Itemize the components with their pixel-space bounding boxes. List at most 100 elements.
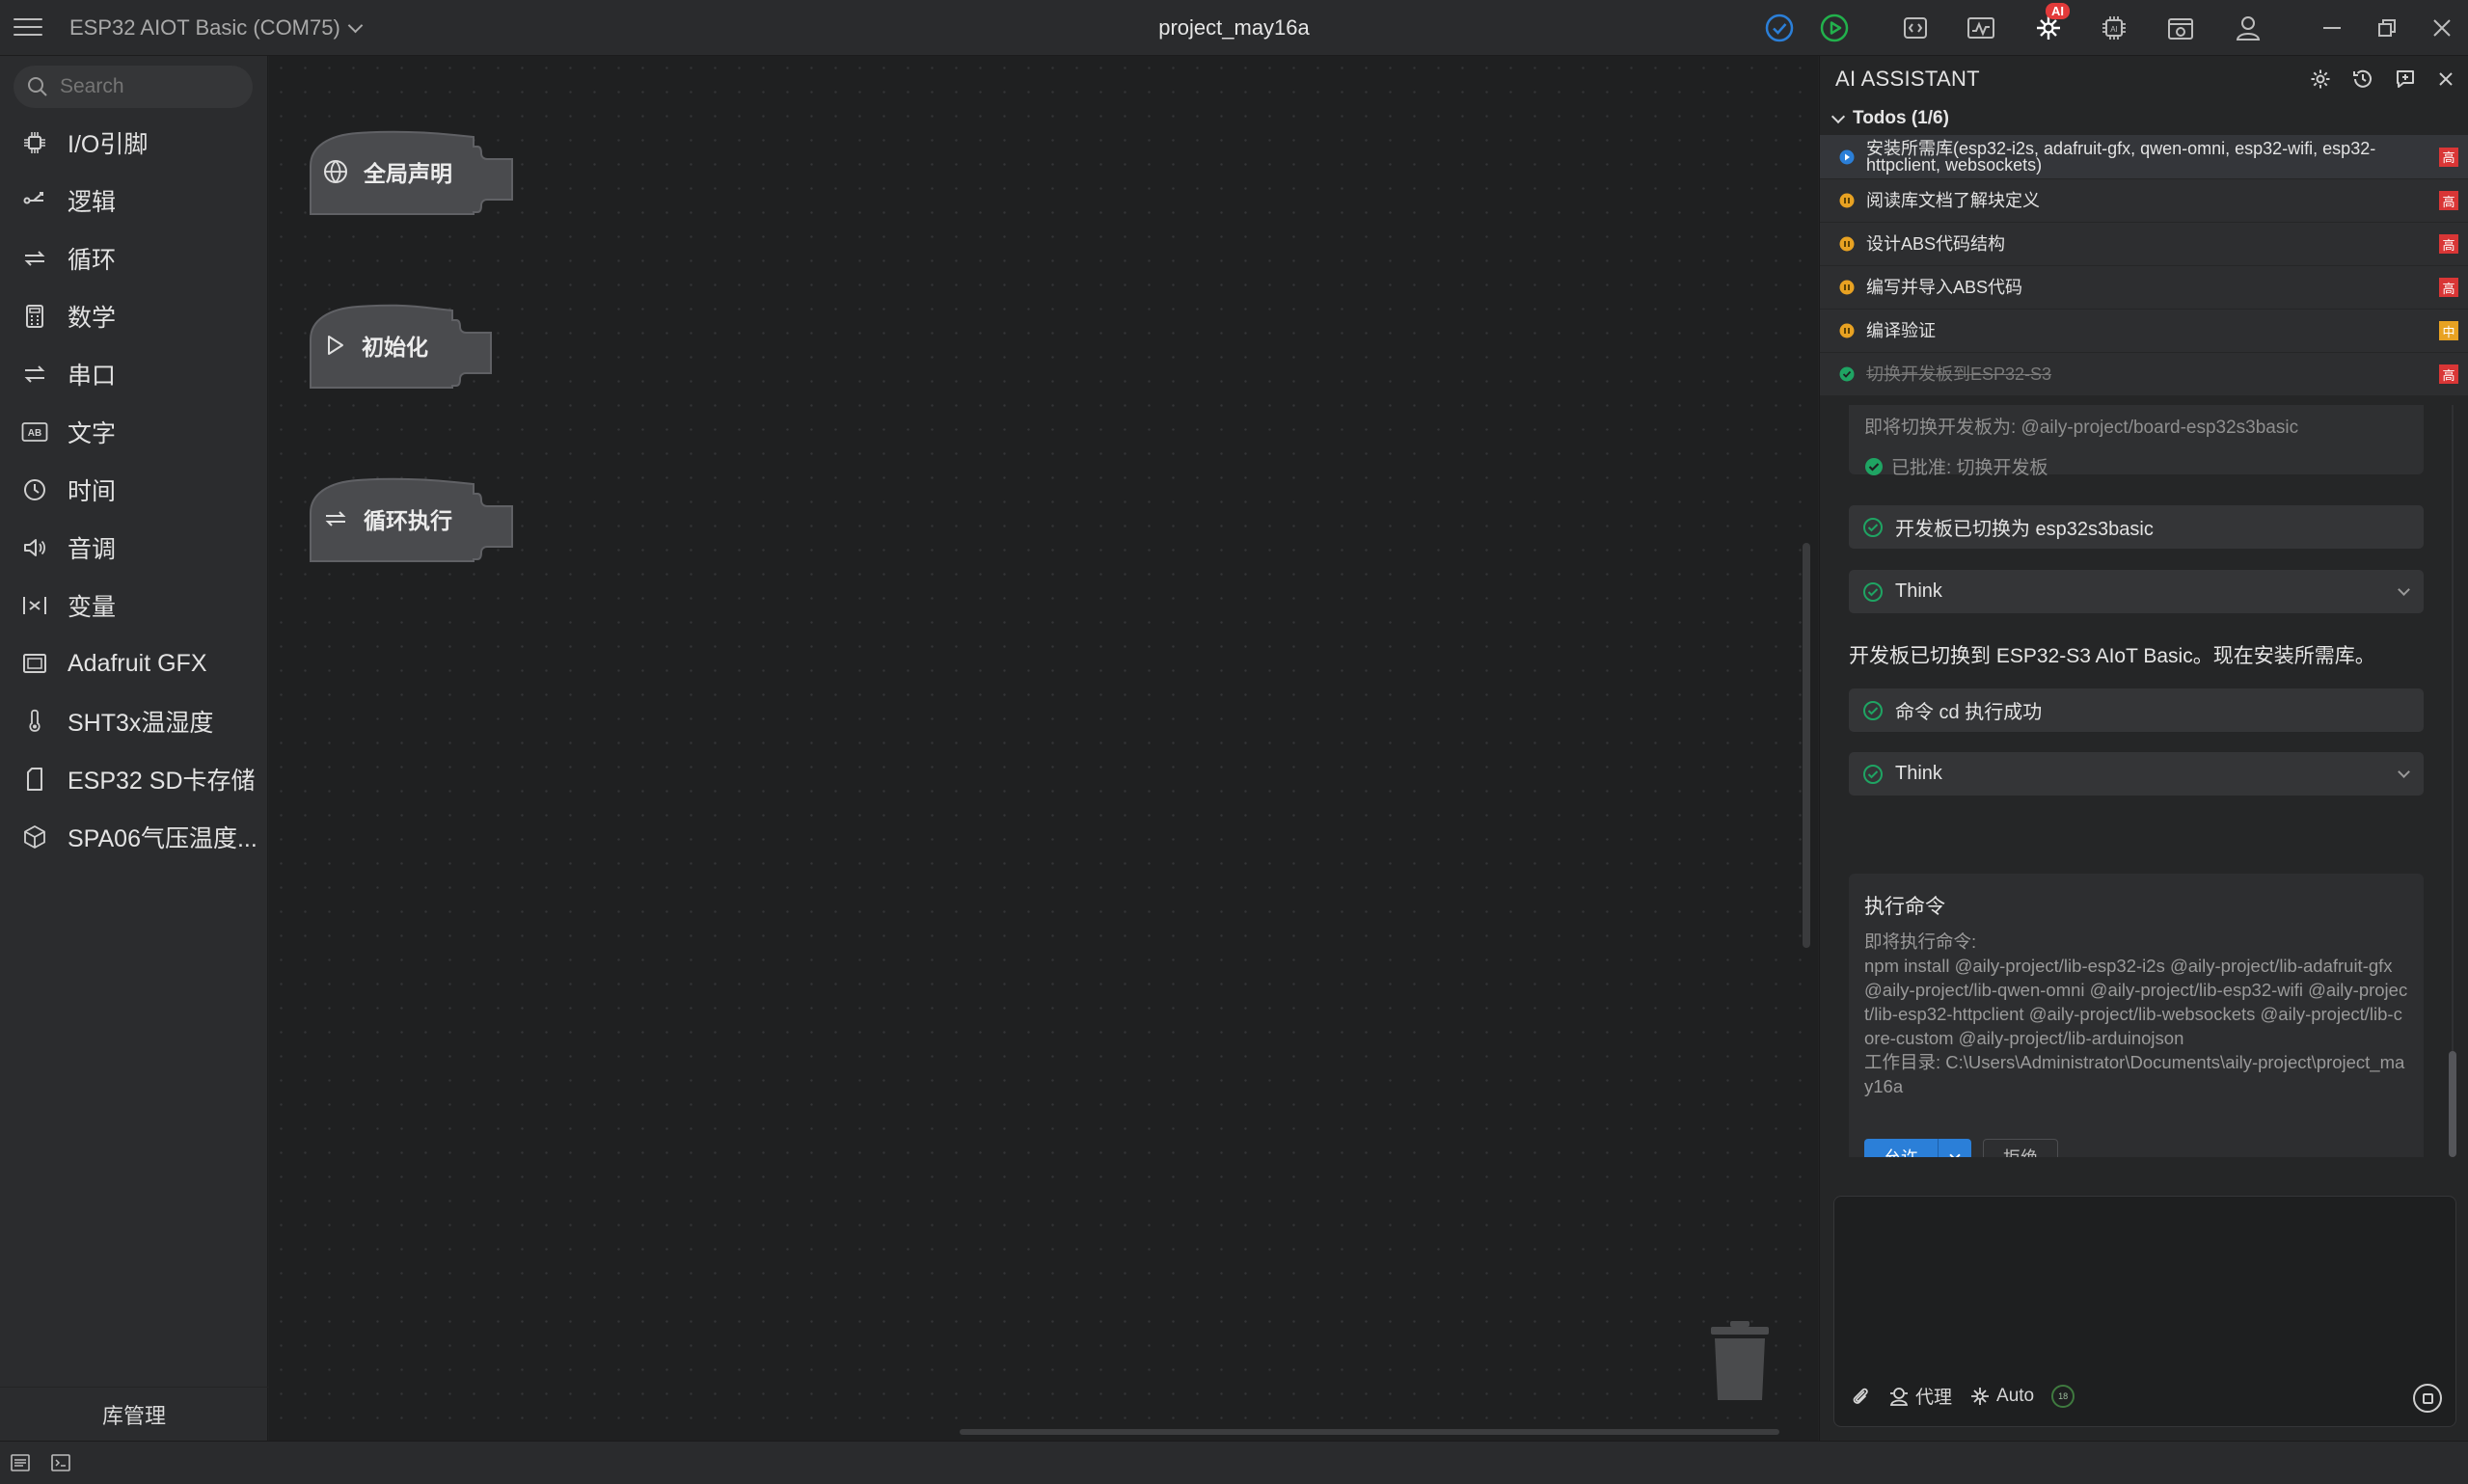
- gear-icon[interactable]: [2310, 68, 2331, 90]
- check-circle-icon: [1863, 700, 1883, 720]
- sidebar-category-label: SHT3x温湿度: [68, 710, 214, 737]
- block-label: 循环执行: [364, 508, 452, 533]
- sidebar-category-item[interactable]: 循环: [0, 229, 268, 287]
- sidebar-category-label: 变量: [68, 594, 117, 621]
- todo-item[interactable]: 编译验证 中: [1820, 310, 2468, 353]
- block-label: 初始化: [362, 335, 428, 360]
- sdcard-icon: [21, 766, 48, 793]
- todos-header[interactable]: Todos (1/6): [1820, 102, 2468, 135]
- think-toggle-2[interactable]: Think: [1849, 752, 2424, 796]
- check-circle-icon: [1863, 764, 1883, 784]
- sparkle-icon: [1971, 1387, 1990, 1405]
- board-selector[interactable]: ESP32 AIOT Basic (COM75): [69, 15, 364, 40]
- thermometer-icon: [21, 708, 48, 735]
- block-loop[interactable]: 循环执行: [310, 474, 514, 563]
- code-view-button[interactable]: [1900, 13, 1931, 43]
- chat-input[interactable]: [1846, 1208, 2444, 1353]
- todo-text: 设计ABS代码结构: [1866, 233, 2006, 254]
- sidebar-category-label: 数学: [68, 305, 117, 332]
- auto-model-button[interactable]: Auto: [1969, 1386, 2034, 1407]
- sidebar-category-item[interactable]: SPA06气压温度...: [0, 808, 268, 866]
- close-icon[interactable]: [2437, 70, 2454, 88]
- allow-button[interactable]: 允许: [1864, 1139, 1939, 1157]
- globe-icon: [324, 160, 347, 183]
- repeat-icon: [21, 245, 48, 272]
- sidebar-category-label: SPA06气压温度...: [68, 825, 258, 852]
- todo-text: 编译验证: [1866, 320, 1936, 340]
- log-icon[interactable]: [10, 1453, 31, 1472]
- block-global-declaration[interactable]: 全局声明: [310, 127, 514, 216]
- sidebar-category-item[interactable]: 音调: [0, 519, 268, 577]
- trash-can-icon[interactable]: [1709, 1319, 1771, 1407]
- search-box[interactable]: [14, 66, 253, 108]
- ai-panel-title: AI ASSISTANT: [1835, 67, 1980, 91]
- block-label: 全局声明: [364, 161, 452, 186]
- svg-text:AI: AI: [2110, 25, 2118, 34]
- close-window-button[interactable]: [2427, 13, 2457, 43]
- think-label: Think: [1895, 580, 1942, 602]
- todo-item[interactable]: 编写并导入ABS代码 高: [1820, 266, 2468, 310]
- sidebar-category-item[interactable]: 变量: [0, 577, 268, 634]
- history-icon[interactable]: [2352, 68, 2373, 90]
- status-bar: [0, 1441, 2468, 1484]
- todo-item[interactable]: 安装所需库(esp32-i2s, adafruit-gfx, qwen-omni…: [1820, 135, 2468, 179]
- todo-text: 编写并导入ABS代码: [1866, 277, 2023, 297]
- todo-item[interactable]: 设计ABS代码结构 高: [1820, 223, 2468, 266]
- workspace-vertical-scrollbar[interactable]: [1803, 543, 1810, 948]
- priority-badge: 高: [2439, 278, 2458, 297]
- sidebar-category-label: 逻辑: [68, 189, 117, 216]
- agent-icon: [1889, 1387, 1909, 1406]
- sidebar-category-item[interactable]: ESP32 SD卡存储: [0, 750, 268, 808]
- search-input[interactable]: [60, 75, 233, 98]
- sidebar-category-item[interactable]: 逻辑: [0, 172, 268, 229]
- sidebar-category-label: Adafruit GFX: [68, 649, 207, 677]
- user-account-button[interactable]: [2233, 13, 2264, 43]
- agent-mode-button[interactable]: 代理: [1888, 1383, 1952, 1409]
- stop-button[interactable]: [2413, 1384, 2442, 1413]
- blockly-workspace[interactable]: 全局声明 初始化 循环执行: [269, 56, 1818, 1441]
- chat-scrollbar[interactable]: [2449, 405, 2456, 1157]
- minimize-button[interactable]: [2317, 13, 2347, 43]
- sidebar-category-item[interactable]: I/O引脚: [0, 114, 268, 172]
- sidebar-category-label: ESP32 SD卡存储: [68, 768, 256, 795]
- terminal-icon[interactable]: [50, 1453, 71, 1472]
- sidebar-category-item[interactable]: AB 文字: [0, 403, 268, 461]
- restore-button[interactable]: [2372, 13, 2402, 43]
- display-icon: [21, 650, 48, 677]
- todo-text: 切换开发板到ESP32-S3: [1866, 364, 2052, 384]
- verify-button[interactable]: [1764, 13, 1795, 43]
- upload-run-button[interactable]: [1819, 13, 1850, 43]
- context-count: 18: [2058, 1390, 2069, 1401]
- sidebar-category-item[interactable]: 数学: [0, 287, 268, 345]
- chat-messages[interactable]: 即将切换开发板为: @aily-project/board-esp32s3bas…: [1820, 405, 2468, 1157]
- block-setup[interactable]: 初始化: [310, 301, 493, 390]
- simulator-button[interactable]: [2165, 13, 2196, 43]
- pending-pause-icon: [1839, 193, 1855, 208]
- library-manage-button[interactable]: 库管理: [0, 1387, 268, 1441]
- workspace-horizontal-scrollbar[interactable]: [960, 1429, 1779, 1435]
- allow-options-dropdown[interactable]: [1939, 1139, 1971, 1157]
- reject-button[interactable]: 拒绝: [1983, 1139, 2058, 1157]
- todo-item[interactable]: 阅读库文档了解块定义 高: [1820, 179, 2468, 223]
- code-icon: [1904, 17, 1927, 39]
- sidebar-category-item[interactable]: 时间: [0, 461, 268, 519]
- paperclip-icon[interactable]: [1850, 1386, 1871, 1407]
- new-chat-icon[interactable]: [2395, 68, 2416, 90]
- ai-model-button[interactable]: AI: [2099, 13, 2129, 43]
- calculator-icon: [21, 303, 48, 330]
- swap-icon: [21, 361, 48, 388]
- execute-command-card: 执行命令 即将执行命令: npm install @aily-project/l…: [1849, 874, 2424, 1157]
- context-usage-indicator[interactable]: 18: [2051, 1384, 2075, 1408]
- check-circle-icon: [1863, 517, 1883, 537]
- todo-item[interactable]: 切换开发板到ESP32-S3 高: [1820, 353, 2468, 396]
- sidebar-category-item[interactable]: 串口: [0, 345, 268, 403]
- done-check-icon: [1839, 366, 1855, 382]
- think-toggle-1[interactable]: Think: [1849, 570, 2424, 613]
- serial-monitor-button[interactable]: [1966, 13, 1996, 43]
- sidebar-category-item[interactable]: SHT3x温湿度: [0, 692, 268, 750]
- chevron-down-icon: [2398, 583, 2410, 596]
- chat-input-area[interactable]: 代理 Auto 18: [1833, 1196, 2456, 1427]
- sidebar-category-item[interactable]: Adafruit GFX: [0, 634, 268, 692]
- hamburger-menu-icon[interactable]: [14, 13, 42, 41]
- auto-model-label: Auto: [1996, 1385, 2035, 1406]
